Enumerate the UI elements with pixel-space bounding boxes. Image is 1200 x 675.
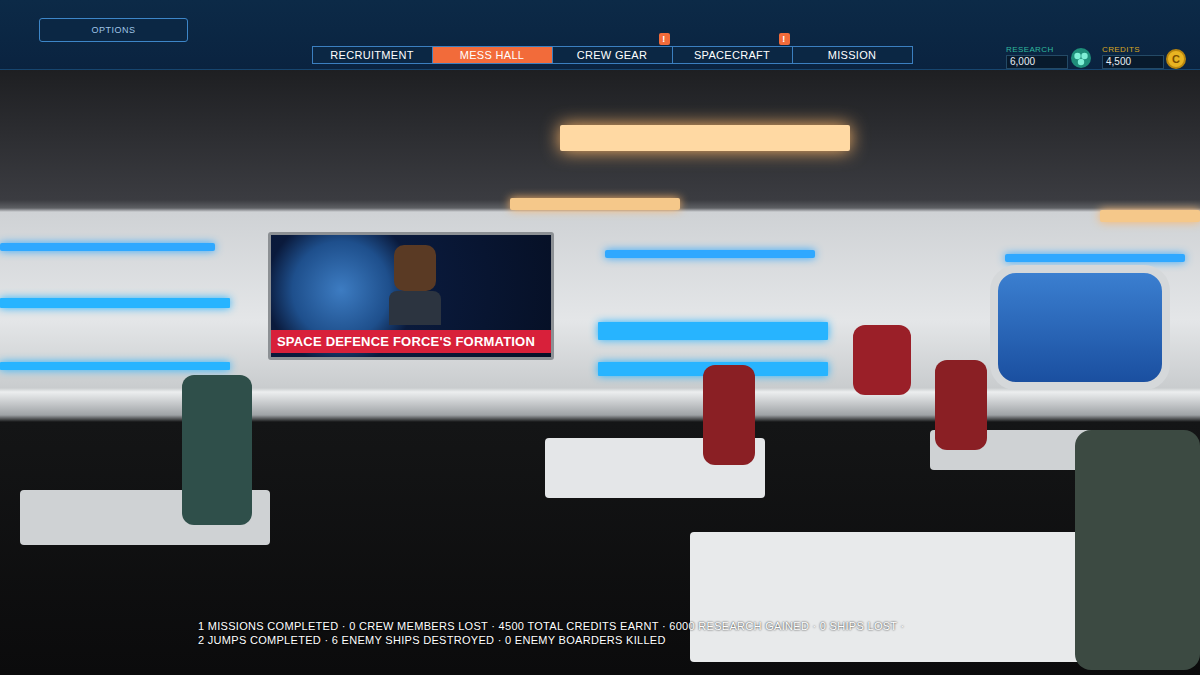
shelf [598,322,828,340]
stats-line: 1 MISSIONS COMPLETED · 0 CREW MEMBERS LO… [198,620,1200,633]
news-presenter [389,245,441,325]
game-screen: OPTIONSRECRUITMENTMESS HALLCREW GEAR!SPA… [0,0,1200,675]
resource-value: 4,500 [1102,55,1164,69]
resource: RESEARCH6,000 [1006,17,1092,69]
porthole-window [990,265,1170,390]
stats-summary: 1 MISSIONS COMPLETED · 0 CREW MEMBERS LO… [198,620,1200,647]
left-controls: OPTIONS [39,0,313,69]
resource-label: CREDITS [1102,45,1164,54]
crew-member [935,360,987,450]
resource-text: CREDITS4,500 [1102,45,1164,69]
tab[interactable]: CREW GEAR! [552,46,673,64]
tab[interactable]: MISSION [792,46,913,64]
presenter-head [394,245,436,291]
crew-member [703,365,755,465]
crew-member [1075,430,1200,670]
resources: RESEARCH6,000 CREDITS4,500C [913,0,1187,69]
research-icon [1070,47,1092,69]
presenter-body [389,291,441,325]
resource-label: RESEARCH [1006,45,1068,54]
top-bar: OPTIONS RECRUITMENTMESS HALLCREW GEAR!SPA… [0,0,1200,70]
alert-badge: ! [659,33,670,45]
tab[interactable]: RECRUITMENT [312,46,433,64]
ceiling-light [510,198,680,210]
light-strip [605,250,815,258]
resource-text: RESEARCH6,000 [1006,45,1068,69]
tab[interactable]: MESS HALL [432,46,553,64]
crew-member [182,375,252,525]
resource: CREDITS4,500C [1102,17,1186,69]
tab[interactable]: SPACECRAFT! [672,46,793,64]
crew-member [853,325,911,395]
tab-bar: RECRUITMENTMESS HALLCREW GEAR!SPACECRAFT… [313,46,913,64]
alert-badge: ! [779,33,790,45]
shelf [0,298,230,308]
mess-hall-scene: SPACE DEFENCE FORCE'S FORMATION 1 MISSION… [0,70,1200,675]
table [690,532,1090,662]
ceiling-light [1100,210,1200,222]
options-button[interactable]: OPTIONS [39,18,188,42]
shelf [0,362,230,370]
ceiling-light [560,125,850,151]
coin-icon: C [1166,49,1186,69]
resource-value: 6,000 [1006,55,1068,69]
news-screen: SPACE DEFENCE FORCE'S FORMATION [268,232,554,360]
light-strip [0,243,215,251]
stats-line: 2 JUMPS COMPLETED · 6 ENEMY SHIPS DESTRO… [198,634,1200,647]
light-strip [1005,254,1185,262]
news-ticker: SPACE DEFENCE FORCE'S FORMATION [271,330,551,353]
